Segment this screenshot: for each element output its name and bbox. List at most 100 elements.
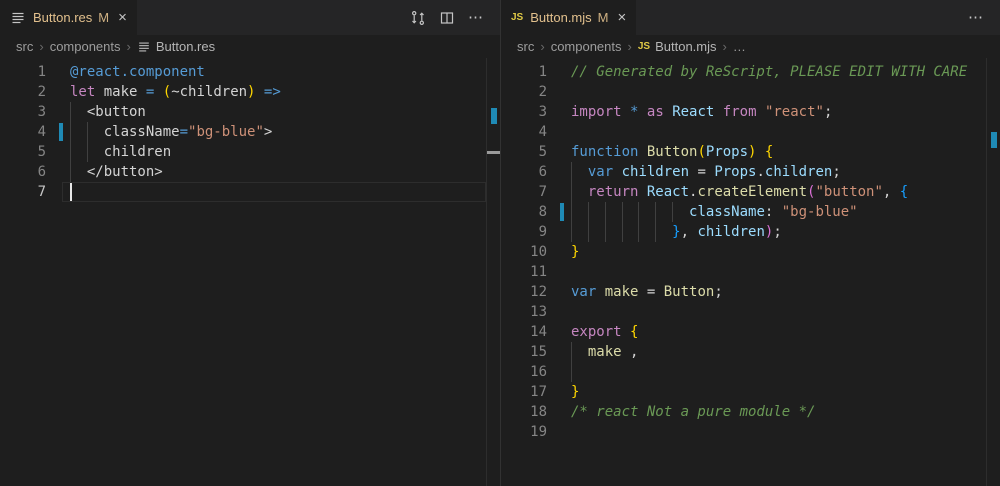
code-line-7[interactable]: 7 return React.createElement("button", { xyxy=(501,182,986,202)
chevron-right-icon: › xyxy=(723,39,727,54)
code-line-6[interactable]: 6 </button> xyxy=(0,162,486,182)
code-content: var make = Button; xyxy=(563,282,986,302)
line-number: 5 xyxy=(501,142,547,162)
overview-ruler[interactable] xyxy=(486,58,500,486)
editor-area: 1// Generated by ReScript, PLEASE EDIT W… xyxy=(501,58,1000,486)
line-number: 7 xyxy=(0,182,46,202)
code-line-10[interactable]: 10} xyxy=(501,242,986,262)
code-token: { xyxy=(900,184,908,200)
indent-guide xyxy=(638,222,639,242)
code-token: var xyxy=(571,284,596,300)
code-line-6[interactable]: 6 var children = Props.children; xyxy=(501,162,986,182)
code-line-18[interactable]: 18/* react Not a pure module */ xyxy=(501,402,986,422)
code-lines: 1@react.component2let make = (~children)… xyxy=(0,62,486,202)
code-token: // Generated by ReScript, PLEASE EDIT WI… xyxy=(571,64,967,80)
open-changes-icon xyxy=(410,10,426,26)
code-line-15[interactable]: 15 make , xyxy=(501,342,986,362)
code-line-19[interactable]: 19 xyxy=(501,422,986,442)
code-line-16[interactable]: 16 xyxy=(501,362,986,382)
tab-button-res[interactable]: Button.resM× xyxy=(0,0,137,35)
chevron-right-icon: › xyxy=(540,39,544,54)
code-token: children xyxy=(765,164,832,180)
close-icon[interactable]: × xyxy=(118,10,127,25)
breadcrumb-segment[interactable]: src xyxy=(16,39,33,54)
indent-guide xyxy=(588,202,589,222)
code-line-3[interactable]: 3 <button xyxy=(0,102,486,122)
overview-modified-marker xyxy=(991,132,997,148)
chevron-right-icon: › xyxy=(127,39,131,54)
indent-guide xyxy=(622,222,623,242)
gutter: 1 xyxy=(0,62,62,82)
code-line-14[interactable]: 14export { xyxy=(501,322,986,342)
breadcrumb-symbol-ellipsis[interactable]: … xyxy=(733,39,746,54)
code-line-9[interactable]: 9 }, children); xyxy=(501,222,986,242)
code-content: // Generated by ReScript, PLEASE EDIT WI… xyxy=(563,62,986,82)
code-line-13[interactable]: 13 xyxy=(501,302,986,322)
code-content: return React.createElement("button", { xyxy=(563,182,986,202)
code-token xyxy=(638,144,646,160)
indent-guide xyxy=(672,202,673,222)
code-token xyxy=(664,104,672,120)
code-content: function Button(Props) { xyxy=(563,142,986,162)
code-token: } xyxy=(571,244,579,260)
code-token xyxy=(622,324,630,340)
code-line-12[interactable]: 12 var make = Button; xyxy=(501,282,986,302)
code-content: }, children); xyxy=(563,222,986,242)
code-token: = xyxy=(180,124,188,140)
text-cursor xyxy=(70,183,72,201)
code-token: React xyxy=(672,104,714,120)
code-line-2[interactable]: 2 xyxy=(501,82,986,102)
tab-button-mjs[interactable]: JSButton.mjsM× xyxy=(501,0,636,35)
split-editor-button[interactable] xyxy=(439,10,455,26)
code-line-4[interactable]: 4 className="bg-blue"> xyxy=(0,122,486,142)
code-token: return xyxy=(588,184,639,200)
code-line-5[interactable]: 5 function Button(Props) { xyxy=(501,142,986,162)
open-changes-button[interactable] xyxy=(410,10,426,26)
code-line-7[interactable]: 7 xyxy=(0,182,486,202)
breadcrumb-segment[interactable]: components xyxy=(50,39,121,54)
modified-badge: M xyxy=(98,10,109,25)
breadcrumb-file[interactable]: Button.res xyxy=(156,39,215,54)
code-content xyxy=(563,82,986,102)
editor-actions: ⋯ xyxy=(410,0,500,35)
code-line-17[interactable]: 17} xyxy=(501,382,986,402)
code-token: ; xyxy=(824,104,832,120)
code-content: make , xyxy=(563,342,986,362)
indent-guide xyxy=(571,182,572,202)
code-token: createElement xyxy=(697,184,807,200)
breadcrumb-segment[interactable]: components xyxy=(551,39,622,54)
gutter: 2 xyxy=(501,82,563,102)
breadcrumb-file-icon: JS xyxy=(638,41,650,52)
code-line-1[interactable]: 1@react.component xyxy=(0,62,486,82)
indent-guide xyxy=(655,202,656,222)
code-line-8[interactable]: 8 className: "bg-blue" xyxy=(501,202,986,222)
gutter: 13 xyxy=(501,302,563,322)
more-actions-icon: ⋯ xyxy=(468,9,484,26)
code-token: /* react Not a pure module */ xyxy=(571,404,815,420)
code-line-2[interactable]: 2let make = (~children) => xyxy=(0,82,486,102)
code-line-1[interactable]: 1// Generated by ReScript, PLEASE EDIT W… xyxy=(501,62,986,82)
code-token: children xyxy=(622,164,689,180)
code-token: import xyxy=(571,104,622,120)
code-line-11[interactable]: 11 xyxy=(501,262,986,282)
close-icon[interactable]: × xyxy=(618,10,627,25)
line-number: 12 xyxy=(501,282,547,302)
indent-guide xyxy=(605,202,606,222)
code-token xyxy=(596,284,604,300)
code-line-3[interactable]: 3import * as React from "react"; xyxy=(501,102,986,122)
code-line-4[interactable]: 4 xyxy=(501,122,986,142)
code-content xyxy=(563,362,986,382)
code-content: var children = Props.children; xyxy=(563,162,986,182)
code-token: Button xyxy=(647,144,698,160)
line-number: 5 xyxy=(0,142,46,162)
indent-guide xyxy=(571,202,572,222)
overview-ruler[interactable] xyxy=(986,58,1000,486)
code-token: > xyxy=(264,124,272,140)
code-token: , xyxy=(883,184,900,200)
breadcrumb-file[interactable]: Button.mjs xyxy=(655,39,716,54)
breadcrumb-segment[interactable]: src xyxy=(517,39,534,54)
code-line-5[interactable]: 5 children xyxy=(0,142,486,162)
more-actions-button[interactable]: ⋯ xyxy=(468,9,484,27)
more-actions-button[interactable]: ⋯ xyxy=(968,9,984,27)
code-token: ~children xyxy=(171,84,247,100)
